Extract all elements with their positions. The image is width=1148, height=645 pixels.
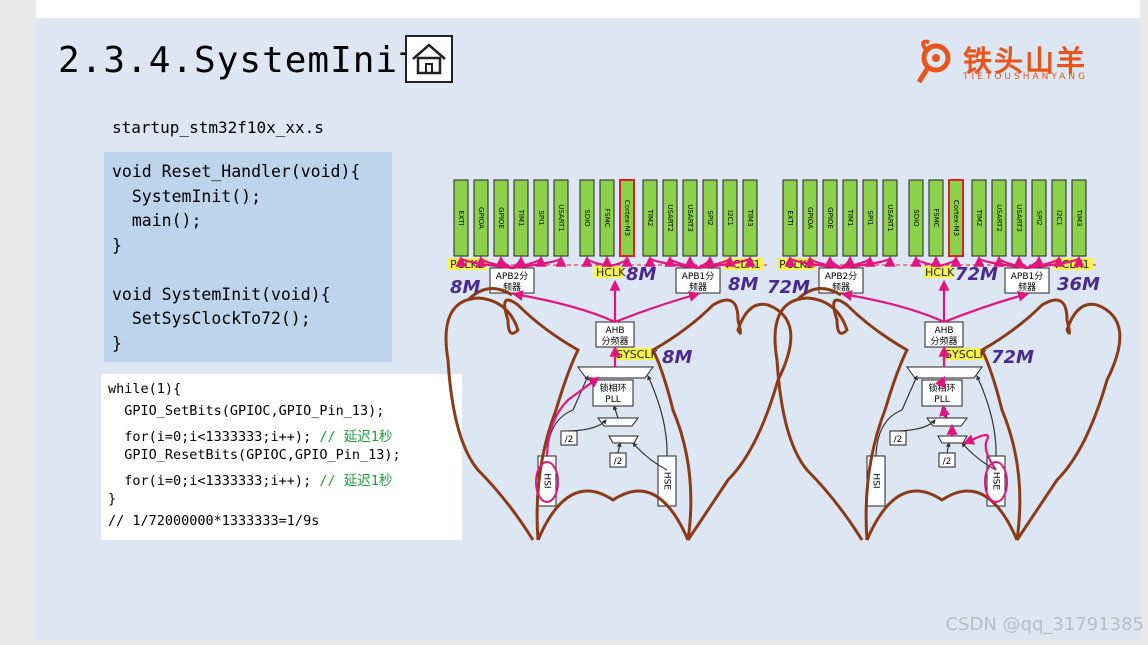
clock-path-arrow (840, 290, 945, 323)
clock-tree-left: EXTI GPIOA GPIOE TIM1 SPI1 USART1 SDIO FSMC Cort… (444, 179, 793, 541)
wire (647, 375, 668, 457)
peripheral-label: USART1 (557, 204, 565, 232)
peripheral-label: GPIOA (477, 207, 485, 229)
peripheral-label: SDIO (912, 209, 920, 227)
peripheral-label: SPI1 (537, 210, 545, 225)
hsi-label: HSI (871, 473, 881, 488)
clock-tree-right: EXTI GPIOA GPIOE TIM1 SPI1 USART1 SDIO FSMC Cort… (767, 179, 1122, 541)
freq-pclk1: 8M (728, 274, 759, 295)
peripheral-label: TIM3 (746, 209, 754, 227)
div2-box-a-text: /2 (894, 435, 903, 445)
sysclk-mux (906, 366, 983, 379)
watermark: CSDN @qq_31791385 (945, 614, 1144, 635)
peripheral-label: EXTI (786, 210, 794, 225)
freq-pclk2: 8M (450, 277, 481, 298)
peripheral-label: TIM2 (646, 209, 654, 227)
ahb-prescaler-box-text: 分频器 (930, 335, 957, 347)
ahb-prescaler-box-text: AHB (605, 326, 624, 336)
freq-sysclk: 8M (662, 347, 693, 368)
pll-box-text: PLL (605, 395, 620, 405)
hand-drawn-outline (773, 296, 909, 541)
peripheral-label: USART1 (886, 204, 894, 232)
peripheral-label: SDIO (583, 209, 591, 227)
peripheral-label: Cortex-M3 (952, 200, 960, 236)
peripheral-label: SPI2 (706, 210, 714, 225)
hse-label: HSE (662, 472, 672, 490)
wire (612, 405, 619, 419)
freq-pclk2: 72M (767, 277, 810, 298)
hclk-label: HCLK (925, 266, 955, 279)
hse-label: HSE (991, 472, 1001, 490)
clock-tree-diagrams: EXTI GPIOA GPIOE TIM1 SPI1 USART1 SDIO FSMC Cort… (444, 179, 1122, 541)
peripheral-label: GPIOE (826, 207, 834, 229)
peripheral-label: I2C1 (726, 210, 734, 226)
apb2-prescaler-box-text: APB2分 (496, 271, 529, 282)
apb1-prescaler-box-text: APB1分 (1011, 271, 1044, 282)
pll-box-text: 锁相环 (599, 382, 626, 394)
apb1-prescaler-box-text: 频器 (689, 281, 707, 293)
freq-hclk: 72M (955, 264, 998, 285)
peripheral-label: USART2 (995, 204, 1003, 232)
freq-hclk: 8M (626, 264, 657, 285)
freq-pclk1: 36M (1057, 274, 1100, 295)
apb1-prescaler-box-text: APB1分 (682, 271, 715, 282)
wire (616, 442, 622, 454)
clock-path-arrow (943, 291, 1030, 324)
peripheral-label: Cortex-M3 (623, 200, 631, 236)
peripheral-label: SPI2 (1035, 210, 1043, 225)
freq-sysclk: 72M (991, 347, 1034, 368)
peripheral-label: TIM3 (1075, 209, 1083, 227)
apb1-prescaler-box-text: 频器 (1018, 281, 1036, 293)
hsi-label: HSI (542, 473, 552, 488)
pll-box-text: PLL (934, 395, 949, 405)
peripheral-label: FSMC (932, 208, 940, 227)
peripheral-label: TIM2 (975, 209, 983, 227)
hand-drawn-outline (444, 296, 580, 541)
div2-box-b-text: /2 (614, 457, 623, 467)
pll-box-text: 锁相环 (928, 382, 955, 394)
clock-path-arrow (614, 291, 701, 324)
peripheral-label: SPI1 (866, 210, 874, 225)
ahb-prescaler-box-text: AHB (934, 326, 953, 336)
peripheral-label: GPIOE (497, 207, 505, 229)
peripheral-label: GPIOA (806, 207, 814, 229)
wire (945, 442, 951, 454)
peripheral-label: USART3 (1015, 204, 1023, 232)
pll-source-mux (937, 435, 968, 444)
pll-source-mux (608, 435, 639, 444)
peripheral-label: FSMC (603, 208, 611, 227)
peripheral-label: I2C1 (1055, 210, 1063, 226)
peripheral-label: USART2 (666, 204, 674, 232)
apb2-prescaler-box-text: APB2分 (825, 271, 858, 282)
clock-path-arrow (935, 376, 945, 389)
peripheral-label: EXTI (457, 210, 465, 225)
div2-box-b-text: /2 (943, 457, 952, 467)
div2-box-a-text: /2 (565, 435, 574, 445)
clock-path-arrow (939, 404, 950, 419)
ahb-prescaler-box-text: 分频器 (601, 335, 628, 347)
peripheral-label: USART3 (686, 204, 694, 232)
peripheral-label: TIM1 (517, 209, 525, 227)
sysclk-mux (577, 366, 654, 379)
peripheral-label: TIM1 (846, 209, 854, 227)
clock-path-arrow (511, 290, 616, 323)
hclk-label: HCLK (596, 266, 626, 279)
